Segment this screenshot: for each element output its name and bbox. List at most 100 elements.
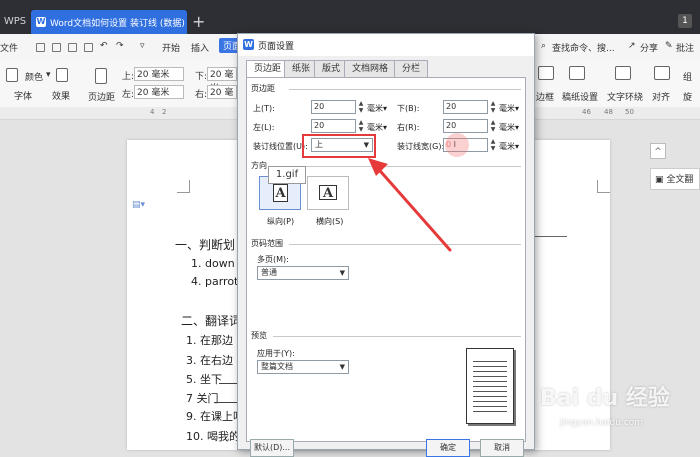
group-button[interactable]: 组 [683, 70, 692, 83]
wps-logo-icon: W [243, 39, 254, 50]
ruler-tick: 4 [150, 108, 155, 116]
export-icon[interactable] [68, 43, 77, 52]
gutter-width-unit[interactable]: 毫米▾ [499, 141, 519, 152]
print-icon[interactable] [52, 43, 61, 52]
preview-section-title: 预览 [251, 331, 267, 340]
wps-app-tab[interactable]: WPS [0, 10, 30, 34]
top-margin-input[interactable]: 20 [311, 100, 356, 114]
rotate-button[interactable]: 旋 [683, 90, 692, 103]
baidu-watermark-url: jingyan.baidu.com [560, 418, 644, 428]
unit-text: 毫米 [499, 142, 515, 151]
paper-setup-icon[interactable] [569, 66, 585, 80]
left-margin-spinner[interactable]: ▲ ▼ [357, 119, 365, 133]
tab-layout[interactable]: 版式 [314, 60, 349, 77]
ribbon-right-margin-input[interactable]: 20 毫 [207, 85, 237, 99]
bottom-margin-input[interactable]: 20 [443, 100, 488, 114]
unit-text: 毫米 [499, 123, 515, 132]
list-item: 7 关门 [186, 392, 219, 405]
ribbon-bottom-margin-input[interactable]: 20 毫米 [207, 67, 237, 94]
paper-setup-button[interactable]: 稿纸设置 [562, 90, 598, 103]
multi-pages-label: 多页(M): [257, 255, 289, 264]
apply-to-label: 应用于(Y): [257, 349, 295, 358]
share-icon: ↗ [628, 41, 636, 51]
border-button[interactable]: 边框 [536, 90, 554, 103]
left-margin-unit[interactable]: 毫米▾ [367, 122, 387, 133]
ruler-tick: 50 [625, 108, 634, 116]
menu-start[interactable]: 开始 [162, 41, 180, 54]
fulltext-translate-label: 全文翻 [666, 175, 694, 185]
fulltext-translate-button[interactable]: ▣ 全文翻 [650, 168, 700, 190]
landscape-page-icon: A [319, 185, 337, 201]
menu-file[interactable]: 文件 [0, 41, 18, 54]
orientation-section-title: 方向 [251, 161, 267, 170]
chevron-down-icon: ▼ [339, 269, 345, 277]
list-item: 1. 在那边 [186, 334, 233, 347]
apply-to-select[interactable]: 整篇文档 ▼ [257, 360, 349, 374]
landscape-option[interactable]: A [307, 176, 349, 210]
ribbon-left-margin-input[interactable]: 20 毫米 [134, 85, 184, 99]
right-margin-unit[interactable]: 毫米▾ [499, 122, 519, 133]
tab-paper[interactable]: 纸张 [284, 60, 319, 77]
align-button[interactable]: 对齐 [652, 90, 670, 103]
tab-document-grid[interactable]: 文档网格 [344, 60, 397, 77]
bottom-margin-spinner[interactable]: ▲ ▼ [489, 100, 497, 114]
default-button[interactable]: 默认(D)... [250, 439, 294, 457]
chevron-down-icon[interactable]: ▾ [46, 70, 51, 80]
landscape-label[interactable]: 横向(S) [316, 216, 343, 227]
gutter-width-spinner[interactable]: ▲ ▼ [489, 138, 497, 152]
top-margin-unit[interactable]: 毫米▾ [367, 103, 387, 114]
font-button[interactable]: 字体 [14, 89, 32, 102]
undo-icon[interactable]: ↶ [100, 41, 108, 51]
margin-corner-mark [597, 180, 610, 193]
effect-button[interactable]: 效果 [52, 89, 70, 102]
tab-margins[interactable]: 页边距 [246, 60, 290, 78]
ribbon-bottom-label: 下: [195, 72, 208, 82]
title-tab-bar: WPS W Word文档如何设置 装订线 (数据) × + 1 [0, 0, 700, 34]
portrait-label[interactable]: 纵向(P) [267, 216, 294, 227]
section-heading: 二、翻译词 [181, 314, 242, 328]
top-margin-label: 上(T): [253, 104, 275, 113]
text-wrap-icon[interactable] [615, 66, 631, 80]
left-margin-input[interactable]: 20 [311, 119, 356, 133]
border-icon[interactable] [538, 66, 554, 80]
list-item: 4. parrot [191, 275, 239, 288]
quick-access-dropdown-icon[interactable]: ▿ [140, 41, 145, 51]
file-tooltip: 1.gif [268, 166, 306, 184]
search-icon: ⌕ [541, 41, 547, 51]
color-button[interactable]: 颜色 [25, 70, 43, 83]
cancel-button[interactable]: 取消 [480, 439, 524, 457]
theme-icon[interactable] [6, 68, 18, 82]
comment-icon: ✎ [665, 41, 673, 51]
command-search[interactable]: 查找命令、搜... [552, 41, 615, 54]
grid-icon[interactable] [56, 68, 68, 82]
list-item: 10. 喝我的 [186, 430, 240, 443]
ribbon-top-margin-input[interactable]: 20 毫米 [134, 67, 184, 81]
ribbon-right-label: 右: [195, 90, 208, 100]
top-margin-spinner[interactable]: ▲ ▼ [357, 100, 365, 114]
window-badge: 1 [678, 14, 692, 28]
menu-insert[interactable]: 插入 [191, 41, 209, 54]
ok-button[interactable]: 确定 [426, 439, 470, 457]
document-tab-label: Word文档如何设置 装订线 (数据) [50, 18, 185, 29]
bottom-margin-unit[interactable]: 毫米▾ [499, 103, 519, 114]
margin-button[interactable]: 页边距 [88, 90, 115, 103]
align-icon[interactable] [654, 66, 670, 80]
collapse-panel-button[interactable]: ^ [650, 143, 666, 159]
margin-icon[interactable] [95, 68, 107, 84]
dialog-titlebar[interactable]: W 页面设置 [238, 34, 534, 56]
save-icon[interactable] [36, 43, 45, 52]
new-tab-button[interactable]: + [192, 14, 205, 30]
word-doc-icon: W [36, 17, 46, 27]
comment-button[interactable]: 批注 [676, 41, 694, 54]
ribbon-top-label: 上: [122, 72, 135, 82]
right-margin-spinner[interactable]: ▲ ▼ [489, 119, 497, 133]
right-margin-input[interactable]: 20 [443, 119, 488, 133]
text-wrap-button[interactable]: 文字环绕 [607, 90, 643, 103]
share-button[interactable]: 分享 [640, 41, 658, 54]
preview-icon[interactable] [84, 43, 93, 52]
redo-icon[interactable]: ↷ [116, 41, 124, 51]
paragraph-icon[interactable]: ▤▾ [132, 200, 145, 210]
document-tab[interactable]: W Word文档如何设置 装订线 (数据) × [31, 10, 187, 34]
tab-columns[interactable]: 分栏 [394, 60, 429, 77]
multi-pages-select[interactable]: 普通 ▼ [257, 266, 349, 280]
